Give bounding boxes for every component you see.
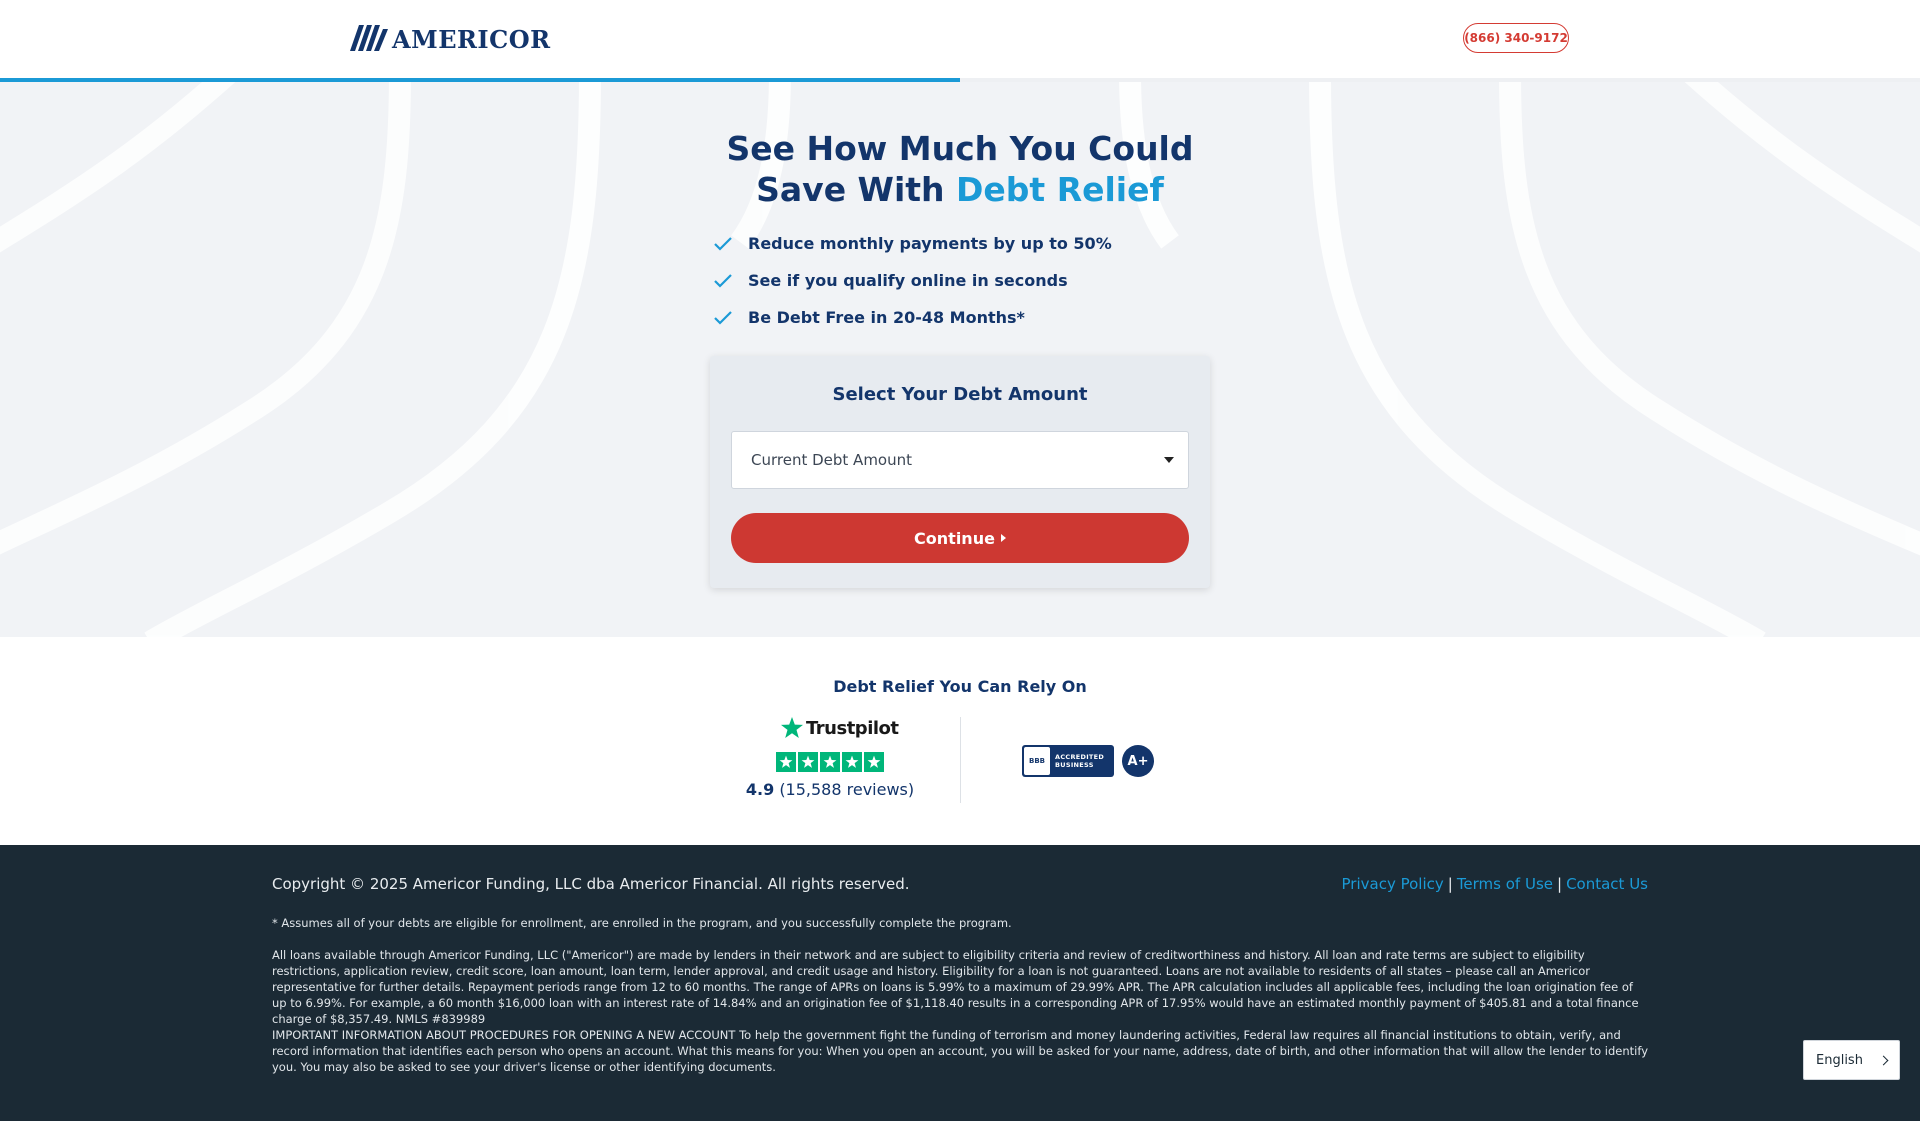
debt-amount-form: Select Your Debt Amount Current Debt Amo… xyxy=(710,356,1210,588)
divider xyxy=(960,717,961,803)
hero-headline: See How Much You Could Save With Debt Re… xyxy=(660,128,1260,210)
trustpilot-star-icon xyxy=(781,717,803,738)
footer-links: Privacy Policy | Terms of Use | Contact Us xyxy=(1342,875,1648,893)
language-value: English xyxy=(1816,1052,1863,1068)
headline-line-2-prefix: Save With xyxy=(756,170,957,209)
site-header: AMERICOR (866) 340-9172 xyxy=(0,0,1920,80)
trust-section: Debt Relief You Can Rely On Trustpilot 4… xyxy=(0,637,1920,845)
play-arrow-icon xyxy=(1000,534,1006,542)
debt-amount-select[interactable]: Current Debt Amount xyxy=(731,431,1189,489)
benefit-text: See if you qualify online in seconds xyxy=(748,271,1068,290)
bbb-accreditation[interactable]: BBB ACCREDITED BUSINESS A+ xyxy=(1022,745,1154,777)
americor-logo-mark-icon xyxy=(350,25,388,51)
star-icon xyxy=(776,752,796,772)
check-icon xyxy=(714,310,732,325)
benefit-item: See if you qualify online in seconds xyxy=(713,262,1112,299)
bbb-grade-badge: A+ xyxy=(1122,745,1154,777)
trustpilot-stars xyxy=(776,752,886,772)
benefit-text: Reduce monthly payments by up to 50% xyxy=(748,234,1112,253)
star-icon xyxy=(864,752,884,772)
form-title: Select Your Debt Amount xyxy=(832,384,1088,405)
headline-line-1: See How Much You Could xyxy=(726,129,1194,168)
link-separator: | xyxy=(1557,875,1563,893)
trust-title: Debt Relief You Can Rely On xyxy=(833,677,1087,696)
caret-down-icon xyxy=(1164,457,1174,463)
disclaimer-account: IMPORTANT INFORMATION ABOUT PROCEDURES F… xyxy=(272,1028,1649,1074)
phone-button[interactable]: (866) 340-9172 xyxy=(1463,23,1569,53)
contact-us-link[interactable]: Contact Us xyxy=(1566,875,1648,893)
continue-label: Continue xyxy=(914,528,995,548)
star-icon xyxy=(798,752,818,772)
benefit-item: Be Debt Free in 20-48 Months* xyxy=(713,299,1112,336)
hero-section: See How Much You Could Save With Debt Re… xyxy=(0,82,1920,637)
site-footer: Copyright © 2025 Americor Funding, LLC d… xyxy=(0,845,1920,1121)
rating-value: 4.9 xyxy=(745,780,775,799)
bbb-badge: BBB ACCREDITED BUSINESS xyxy=(1022,745,1114,777)
bbb-badge-text: ACCREDITED BUSINESS xyxy=(1055,753,1105,769)
copyright-text: Copyright © 2025 Americor Funding, LLC d… xyxy=(272,875,910,893)
terms-of-use-link[interactable]: Terms of Use xyxy=(1457,875,1553,893)
disclaimer-eligibility: * Assumes all of your debts are eligible… xyxy=(272,916,1012,930)
logo-wordmark: AMERICOR xyxy=(392,24,551,54)
check-icon xyxy=(714,236,732,251)
americor-logo[interactable]: AMERICOR xyxy=(350,20,551,54)
privacy-policy-link[interactable]: Privacy Policy xyxy=(1342,875,1444,893)
select-value: Current Debt Amount xyxy=(751,451,913,469)
disclaimer-loans: All loans available through Americor Fun… xyxy=(272,948,1639,1026)
review-count: (15,588 reviews) xyxy=(779,780,915,799)
benefit-text: Be Debt Free in 20-48 Months* xyxy=(748,308,1025,327)
trustpilot-rating: 4.9 (15,588 reviews) xyxy=(740,780,920,799)
benefit-item: Reduce monthly payments by up to 50% xyxy=(713,225,1112,262)
check-icon xyxy=(714,273,732,288)
trustpilot-logo[interactable]: Trustpilot xyxy=(780,716,899,740)
headline-accent: Debt Relief xyxy=(956,170,1164,209)
headline-line-2: Save With Debt Relief xyxy=(660,169,1260,210)
star-icon xyxy=(842,752,862,772)
bbb-seal-icon: BBB xyxy=(1024,747,1050,775)
continue-button[interactable]: Continue xyxy=(731,513,1189,563)
link-separator: | xyxy=(1447,875,1453,893)
trustpilot-wordmark: Trustpilot xyxy=(806,717,899,739)
language-selector[interactable]: English xyxy=(1803,1040,1900,1080)
chevron-right-icon xyxy=(1878,1055,1889,1065)
star-icon xyxy=(820,752,840,772)
benefit-list: Reduce monthly payments by up to 50% See… xyxy=(713,225,1112,336)
